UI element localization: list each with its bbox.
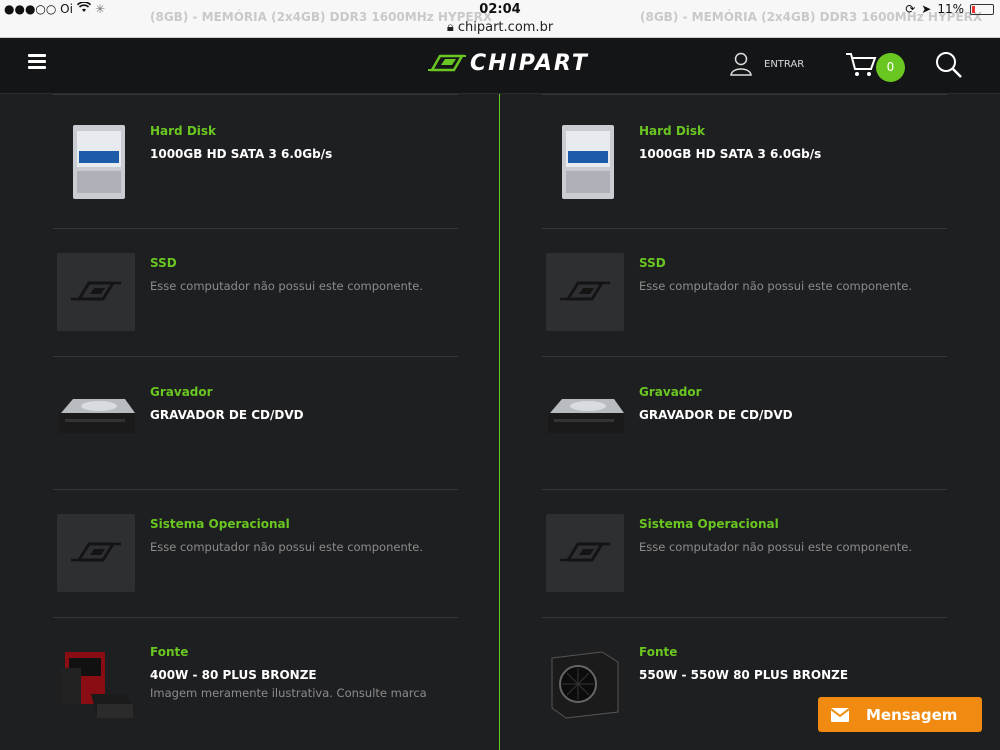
login-label: ENTRAR	[764, 58, 805, 70]
battery-icon	[970, 3, 994, 15]
spec-label: Fonte	[150, 645, 189, 659]
spec-label: Gravador	[150, 385, 213, 399]
status-right: ⟳ ➤ 11%	[905, 2, 994, 16]
spec-label: Sistema Operacional	[150, 517, 290, 531]
spec-note: Esse computador não possui este componen…	[150, 540, 423, 554]
spec-note: Esse computador não possui este componen…	[150, 279, 423, 293]
spec-label: Hard Disk	[639, 124, 706, 138]
dvd-drive-image	[546, 383, 624, 461]
browser-status-bar: (8GB) - MEMÓRIA (2x4GB) DDR3 1600MHz HYP…	[0, 0, 1000, 38]
placeholder-image	[57, 514, 135, 592]
column-divider	[499, 94, 500, 750]
message-button[interactable]: Mensagem	[818, 697, 982, 732]
spec-label: Hard Disk	[150, 124, 217, 138]
spec-row-ssd: SSD Esse computador não possui este comp…	[53, 228, 458, 356]
rotation-lock-icon: ⟳	[905, 2, 916, 16]
envelope-icon	[830, 707, 850, 722]
placeholder-image	[57, 253, 135, 331]
chip-placeholder-icon	[560, 542, 610, 562]
login-button[interactable]: ENTRAR	[730, 52, 804, 76]
spec-label: SSD	[150, 256, 177, 270]
spec-row-gravador: Gravador GRAVADOR DE CD/DVD	[542, 356, 947, 489]
chip-placeholder-icon	[560, 281, 610, 301]
dvd-drive-image	[57, 383, 135, 461]
psu-box-image	[57, 648, 135, 726]
spec-label: Gravador	[639, 385, 702, 399]
spec-row-fonte: Fonte 400W - 80 PLUS BRONZE Imagem meram…	[53, 617, 458, 750]
hamburger-menu-icon[interactable]	[28, 54, 46, 70]
site-header: CHIPART ENTRAR 0	[0, 38, 1000, 94]
spec-row-sistema-operacional: Sistema Operacional Esse computador não …	[542, 489, 947, 617]
logo-text: CHIPART	[470, 50, 589, 76]
spec-value: 400W - 80 PLUS BRONZE	[150, 668, 317, 682]
spec-label: Fonte	[639, 645, 678, 659]
message-button-label: Mensagem	[866, 705, 958, 724]
url-text: chipart.com.br	[457, 20, 554, 35]
chip-logo-icon	[428, 54, 466, 72]
chip-placeholder-icon	[71, 281, 121, 301]
spec-label: Sistema Operacional	[639, 517, 779, 531]
placeholder-image	[546, 253, 624, 331]
cart-count-badge[interactable]: 0	[876, 53, 905, 82]
spec-row-gravador: Gravador GRAVADOR DE CD/DVD	[53, 356, 458, 489]
placeholder-image	[546, 514, 624, 592]
battery-percent: 11%	[937, 2, 964, 16]
spec-note: Esse computador não possui este componen…	[639, 540, 912, 554]
spec-label: SSD	[639, 256, 666, 270]
psu-image	[546, 648, 624, 726]
search-icon[interactable]	[935, 51, 963, 83]
spec-row-ssd: SSD Esse computador não possui este comp…	[542, 228, 947, 356]
spec-value: 1000GB HD SATA 3 6.0Gb/s	[639, 147, 822, 161]
chip-placeholder-icon	[71, 542, 121, 562]
hdd-image	[546, 123, 624, 201]
user-icon	[730, 52, 752, 76]
clock: 02:04	[479, 2, 521, 17]
spec-value: GRAVADOR DE CD/DVD	[150, 408, 304, 422]
spec-value: GRAVADOR DE CD/DVD	[639, 408, 793, 422]
lock-icon: 🔒︎	[446, 20, 454, 35]
address-bar[interactable]: 🔒︎ chipart.com.br	[0, 20, 1000, 35]
site-logo[interactable]: CHIPART	[428, 50, 589, 76]
spec-note: Imagem meramente ilustrativa. Consulte m…	[150, 686, 427, 700]
spec-row-hard-disk: Hard Disk 1000GB HD SATA 3 6.0Gb/s	[53, 94, 458, 228]
hdd-image	[57, 123, 135, 201]
spec-note: Esse computador não possui este componen…	[639, 279, 912, 293]
spec-value: 550W - 550W 80 PLUS BRONZE	[639, 668, 849, 682]
cart-icon[interactable]	[845, 52, 877, 82]
spec-row-sistema-operacional: Sistema Operacional Esse computador não …	[53, 489, 458, 617]
spec-value: 1000GB HD SATA 3 6.0Gb/s	[150, 147, 333, 161]
spec-row-hard-disk: Hard Disk 1000GB HD SATA 3 6.0Gb/s	[542, 94, 947, 228]
location-icon: ➤	[921, 2, 932, 16]
